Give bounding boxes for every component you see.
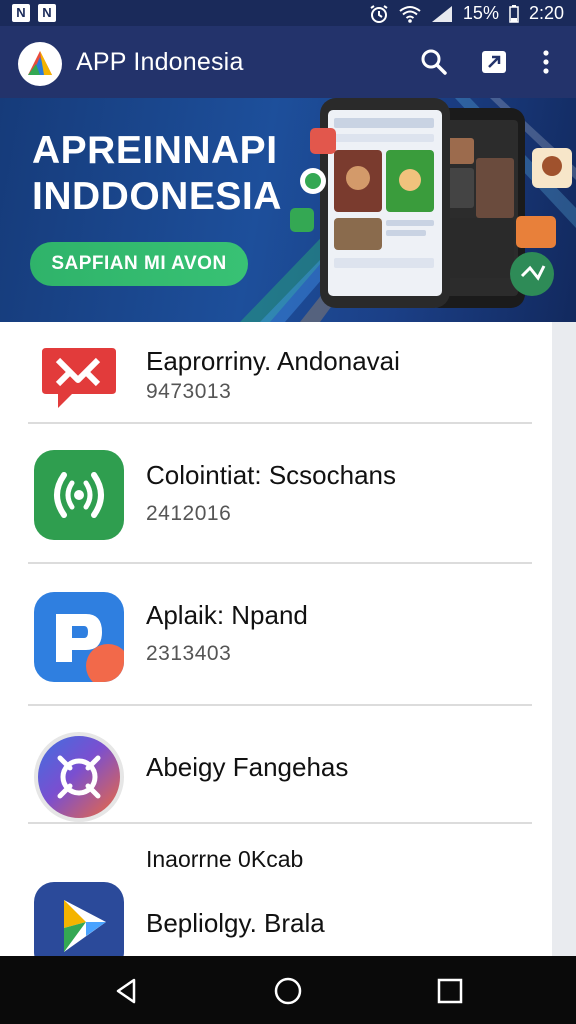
app-logo: [18, 42, 62, 86]
alarm-icon: [370, 4, 388, 23]
clock: 2:20: [528, 3, 564, 23]
divider: [28, 822, 532, 824]
play-arrow-icon: [34, 882, 124, 956]
status-bar: N N 15% 2:20: [0, 0, 576, 26]
banner-title: APREINNAPI INDDONESIA: [32, 129, 282, 218]
app-name: Colointiat: Scsochans: [146, 460, 397, 490]
app-name: Bepliolgy. Brala: [146, 908, 325, 938]
app-name: Aplaik: Npand: [146, 600, 308, 630]
gradient-circle-icon: [34, 732, 124, 822]
list-item[interactable]: Bepliolgy. Brala: [0, 872, 552, 956]
list-item[interactable]: Abeigy Fangehas: [0, 706, 552, 822]
notification-icon: N: [38, 4, 56, 22]
navigation-bar: [0, 956, 576, 1024]
red-chat-icon: [34, 334, 124, 424]
battery-percent: 15%: [462, 3, 499, 23]
side-scroll-peek: [552, 322, 576, 956]
banner-cta-button[interactable]: SAPFIAN MI AVON: [30, 242, 248, 286]
app-title: APP Indonesia: [76, 48, 244, 76]
list-item[interactable]: Eaprorriny. Andonavai 9473013: [0, 322, 552, 422]
home-icon[interactable]: [273, 976, 303, 1006]
app-code: 2313403: [146, 642, 232, 665]
green-broadcast-icon: [34, 450, 124, 540]
notification-icon: N: [12, 4, 30, 22]
promo-banner[interactable]: APREINNAPI INDDONESIA SAPFIAN MI AVON: [0, 98, 576, 322]
search-icon[interactable]: [420, 48, 448, 76]
signal-icon: [431, 5, 452, 22]
app-name: Eaprorriny. Andonavai: [146, 346, 400, 376]
app-list: Eaprorriny. Andonavai 9473013 Colointiat…: [0, 322, 552, 956]
share-icon[interactable]: [480, 48, 508, 76]
app-code: 9473013: [146, 380, 232, 403]
list-item[interactable]: Colointiat: Scsochans 2412016: [0, 424, 552, 562]
section-header: Inaorrne 0Kcab: [146, 846, 304, 872]
wifi-icon: [399, 5, 421, 23]
battery-icon: [509, 4, 519, 23]
more-icon[interactable]: [532, 48, 560, 76]
recents-icon[interactable]: [435, 976, 465, 1006]
back-icon[interactable]: [112, 976, 142, 1006]
list-item[interactable]: Aplaik: Npand 2313403: [0, 564, 552, 704]
phones-illustration: [290, 98, 572, 308]
app-code: 2412016: [146, 502, 232, 525]
app-bar: APP Indonesia: [0, 26, 576, 98]
app-name: Abeigy Fangehas: [146, 752, 349, 782]
blue-p-icon: [34, 592, 124, 682]
